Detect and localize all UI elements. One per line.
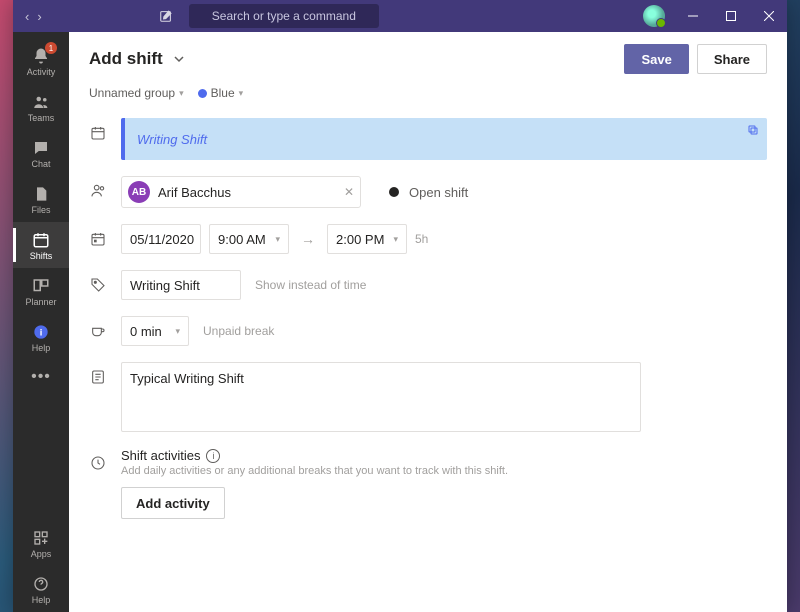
rail-item-label: Planner [25,297,56,307]
shift-dot-icon [389,187,399,197]
color-selector[interactable]: Blue ▾ [198,86,244,100]
add-activity-button[interactable]: Add activity [121,487,225,519]
search-placeholder: Search or type a command [212,9,356,23]
cup-icon [89,322,107,340]
chevron-down-icon: ▾ [393,234,398,245]
compose-button[interactable] [153,3,179,29]
open-shift-toggle[interactable]: Open shift [389,185,468,200]
rail-item-label: Help [32,343,51,353]
page-header: Add shift Save Share [69,32,787,82]
chevron-down-icon: ▾ [239,88,244,99]
close-icon [764,11,774,21]
notes-field[interactable]: Typical Writing Shift [121,362,641,432]
start-time-field[interactable]: 9:00 AM ▾ [209,224,289,254]
date-field[interactable]: 05/11/2020 [121,224,201,254]
rail-item-activity[interactable]: Activity 1 [13,38,69,84]
title-dropdown[interactable] [173,53,185,65]
forward-button[interactable]: › [37,9,41,24]
back-button[interactable]: ‹ [25,9,29,24]
group-selector[interactable]: Unnamed group ▾ [89,86,184,100]
rail-item-planner[interactable]: Planner [13,268,69,314]
rail-item-label: Activity [27,67,56,77]
shift-title-card[interactable]: Writing Shift [121,118,767,160]
rail-item-label: Chat [31,159,50,169]
planner-icon [31,276,51,296]
rail-item-files[interactable]: Files [13,176,69,222]
maximize-icon [726,11,736,21]
chevron-down-icon: ▾ [175,326,180,337]
rail-item-label: Teams [28,113,55,123]
rail-item-label: Help [32,595,51,605]
page-title: Add shift [89,49,163,69]
rail-item-teams[interactable]: Teams [13,84,69,130]
assignee-name: Arif Bacchus [158,185,231,200]
chevron-down-icon: ▾ [179,88,184,99]
duration-label: 5h [415,232,428,246]
rail-item-label: Shifts [30,251,53,261]
break-duration-field[interactable]: 0 min ▾ [121,316,189,346]
main-content: Add shift Save Share Unnamed group ▾ Blu… [69,32,787,612]
app-rail: Activity 1 Teams Chat Files [13,32,69,612]
share-button[interactable]: Share [697,44,767,74]
group-label: Unnamed group [89,86,175,100]
minimize-icon [688,11,698,21]
rail-item-chat[interactable]: Chat [13,130,69,176]
activities-subtext: Add daily activities or any additional b… [121,465,767,477]
window-close-button[interactable] [751,0,787,32]
rail-item-shifts[interactable]: Shifts [13,222,69,268]
rail-item-label: Files [31,205,50,215]
avatar[interactable] [643,5,665,27]
svg-text:i: i [40,327,43,337]
sub-header: Unnamed group ▾ Blue ▾ [69,82,787,110]
notes-icon [89,368,107,386]
activities-header: Shift activities i [121,448,767,463]
color-label: Blue [211,86,235,100]
save-button[interactable]: Save [624,44,688,74]
rail-item-help-bottom[interactable]: Help [13,566,69,612]
calendar-square-icon [89,124,107,142]
window-maximize-button[interactable] [713,0,749,32]
rail-item-more[interactable]: ••• [13,360,69,394]
search-input[interactable]: Search or type a command [189,4,379,28]
help-icon: i [31,322,51,342]
clock-icon [89,454,107,472]
more-icon: ••• [31,367,51,387]
display-label-field[interactable]: Writing Shift [121,270,241,300]
chat-icon [31,138,51,158]
end-time-field[interactable]: 2:00 PM ▾ [327,224,407,254]
window-minimize-button[interactable] [675,0,711,32]
display-label-hint: Show instead of time [255,278,366,292]
shift-title: Writing Shift [137,132,207,147]
info-icon[interactable]: i [206,449,220,463]
calendar-date-icon [89,230,107,248]
files-icon [31,184,51,204]
person-icon [89,182,107,200]
activity-badge: 1 [45,42,57,54]
compose-icon [159,9,173,23]
open-shift-label: Open shift [409,185,468,200]
shifts-icon [31,230,51,250]
help-circle-icon [31,574,51,594]
assignee-avatar: AB [128,181,150,203]
teams-icon [31,92,51,112]
app-window: ‹ › Search or type a command [13,0,787,612]
chevron-down-icon: ▾ [275,234,280,245]
copy-icon[interactable] [747,124,759,136]
break-hint: Unpaid break [203,324,274,338]
arrow-right-icon: → [297,231,319,247]
rail-item-label: Apps [31,549,52,559]
rail-item-help-top[interactable]: i Help [13,314,69,360]
color-dot-icon [198,89,207,98]
titlebar: ‹ › Search or type a command [13,0,787,32]
tag-icon [89,276,107,294]
assignee-input[interactable]: AB Arif Bacchus ✕ [121,176,361,208]
chevron-down-icon [173,53,185,65]
remove-assignee-button[interactable]: ✕ [344,185,354,199]
apps-icon [31,528,51,548]
rail-item-apps[interactable]: Apps [13,520,69,566]
